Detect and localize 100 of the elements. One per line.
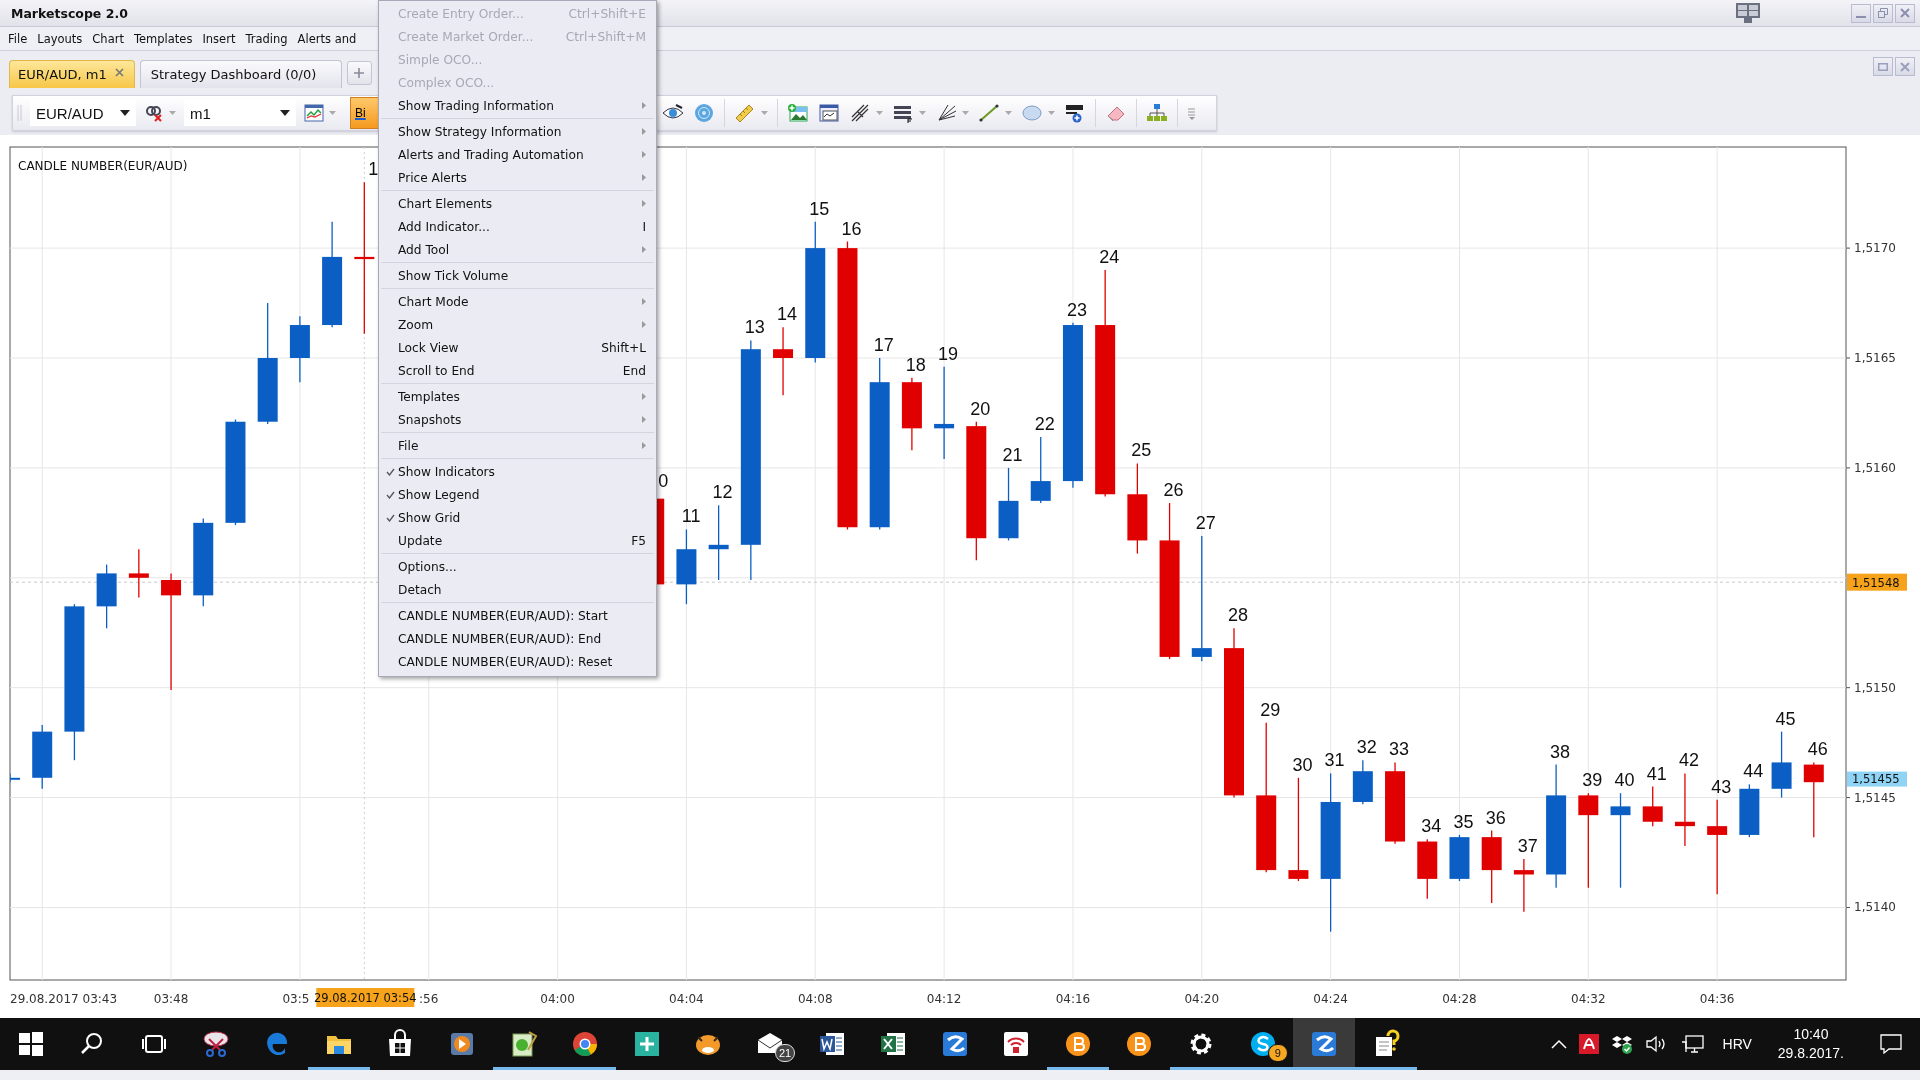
language-indicator[interactable]: HRV <box>1722 1036 1752 1052</box>
tool-button[interactable] <box>849 103 883 123</box>
time-axis-label: 03:48 <box>153 992 189 1006</box>
unlink-button[interactable] <box>144 103 176 123</box>
menu-item[interactable]: CANDLE NUMBER(EUR/AUD): Reset <box>381 650 654 673</box>
monitors-icon[interactable] <box>1735 2 1761 24</box>
close-icon <box>1900 8 1910 18</box>
cloud-sync-icon[interactable] <box>1610 1034 1633 1054</box>
price-axis-label: 1,5160 <box>1854 460 1896 475</box>
minimize-button[interactable] <box>1851 3 1871 23</box>
candle-number: 22 <box>1034 414 1055 435</box>
antivirus-icon[interactable] <box>1578 1034 1599 1054</box>
caret-icon <box>120 110 130 116</box>
timeframe-dropdown[interactable]: m1 <box>184 100 296 126</box>
tab[interactable]: Strategy Dashboard (0/0) <box>139 60 342 88</box>
notification-icon[interactable] <box>1880 1034 1902 1054</box>
menu-bar-item[interactable]: Templates <box>128 31 198 46</box>
clock[interactable]: 10:40 29.8.2017. <box>1777 1025 1844 1063</box>
tool-button[interactable] <box>892 103 926 123</box>
menu-item[interactable]: Price Alerts <box>381 166 654 189</box>
candle-number: 40 <box>1614 770 1635 791</box>
menu-item[interactable]: CANDLE NUMBER(EUR/AUD): Start <box>381 604 654 627</box>
chart-window-icon <box>818 103 840 123</box>
symbol-dropdown[interactable]: EUR/AUD <box>30 100 136 126</box>
menu-bar-item[interactable]: Insert <box>197 31 241 46</box>
caret-icon <box>962 111 969 115</box>
close-button[interactable] <box>1895 3 1915 23</box>
candlestick <box>1739 783 1760 838</box>
caret-icon <box>169 111 176 115</box>
menu-bar-item[interactable]: Chart <box>87 31 129 46</box>
menu-item[interactable]: Add Indicator... I <box>381 215 654 238</box>
menu-item[interactable]: Detach <box>381 578 654 601</box>
tool-button[interactable] <box>818 103 840 123</box>
submenu-arrow-icon <box>642 200 646 207</box>
time-axis-label: 04:04 <box>669 992 704 1006</box>
candlestick <box>96 563 117 629</box>
legend-label: CANDLE NUMBER(EUR/AUD) <box>18 159 188 173</box>
menu-item[interactable]: Scroll to End End <box>381 359 654 382</box>
menu-bar-item[interactable]: Alerts and <box>292 31 362 46</box>
menu-bar-item[interactable]: Trading <box>240 31 293 46</box>
candle-number: 30 <box>1292 754 1313 775</box>
minimize-icon <box>1856 16 1866 18</box>
candle-number: 13 <box>744 317 765 338</box>
caret-icon <box>761 111 768 115</box>
menu-bar-item[interactable]: Layouts <box>32 31 88 46</box>
menu-item[interactable]: Zoom <box>381 313 654 336</box>
candle-number: 27 <box>1195 513 1216 534</box>
menu-item[interactable]: Templates <box>381 385 654 408</box>
window-title: Marketscope 2.0 <box>10 5 128 21</box>
menu-item[interactable]: CANDLE NUMBER(EUR/AUD): End <box>381 627 654 650</box>
time-axis-label: 04:20 <box>1184 992 1220 1006</box>
unlink-icon <box>144 103 164 123</box>
menu-item[interactable]: Snapshots <box>381 408 654 431</box>
close-icon <box>1900 61 1910 72</box>
price-tag: 1,51455 <box>1847 771 1907 787</box>
caret-icon <box>1005 111 1012 115</box>
menu-item[interactable]: Show Legend <box>381 483 654 506</box>
time-axis-label: 04:12 <box>926 992 962 1006</box>
time-axis-label: 04:36 <box>1699 992 1735 1006</box>
grip-icon[interactable] <box>17 103 22 123</box>
menu-item[interactable]: Add Tool <box>381 238 654 261</box>
submenu-arrow-icon <box>642 174 646 181</box>
menu-item[interactable]: Options... <box>381 555 654 578</box>
menu-item[interactable]: Alerts and Trading Automation <box>381 143 654 166</box>
chart-icon <box>304 104 324 122</box>
taskbar-button[interactable] <box>1293 1018 1356 1070</box>
candlestick <box>10 772 20 783</box>
overflow-icon[interactable] <box>1187 106 1197 120</box>
menu-item[interactable]: Show Grid <box>381 506 654 529</box>
candle-number: 12 <box>712 482 733 503</box>
chart-type-button[interactable] <box>304 104 336 122</box>
price-tag: 1,51548 <box>1847 573 1907 591</box>
globe-icon <box>693 103 715 123</box>
candle-number: 24 <box>1099 247 1120 268</box>
caret-icon <box>876 111 883 115</box>
price-axis-label: 1,5150 <box>1854 680 1896 695</box>
menu-item[interactable]: Chart Elements <box>381 192 654 215</box>
candle-number: 41 <box>1646 763 1667 784</box>
menu-item[interactable]: Update F5 <box>381 529 654 552</box>
tool-button[interactable] <box>1064 103 1086 123</box>
candle-number: 31 <box>1324 750 1345 771</box>
time-axis-label: 04:28 <box>1442 992 1477 1006</box>
candle-number: 0 <box>658 471 669 492</box>
menu-bar-item[interactable]: File <box>3 31 33 46</box>
network-icon[interactable] <box>1680 1034 1705 1054</box>
candle-number: 46 <box>1807 739 1828 760</box>
candle-number: 25 <box>1131 440 1152 461</box>
notification-badge: 9 <box>1267 1044 1288 1062</box>
chevron-up-icon[interactable] <box>1550 1039 1567 1049</box>
menu-item[interactable]: Chart Mode <box>381 290 654 313</box>
menu-item[interactable]: Lock View Shift+L <box>381 336 654 359</box>
menu-item[interactable]: Show Indicators <box>381 460 654 483</box>
menu-item[interactable]: File <box>381 434 654 457</box>
restore-button[interactable] <box>1873 3 1893 23</box>
close-icon[interactable] <box>114 68 124 77</box>
tab[interactable]: EUR/AUD, m1 <box>9 60 135 88</box>
lines-icon <box>892 103 914 123</box>
taskbar-button[interactable]: 21 <box>739 1018 801 1070</box>
menu-item[interactable]: Show Tick Volume <box>381 264 654 287</box>
candle-number: 1 <box>368 159 379 180</box>
